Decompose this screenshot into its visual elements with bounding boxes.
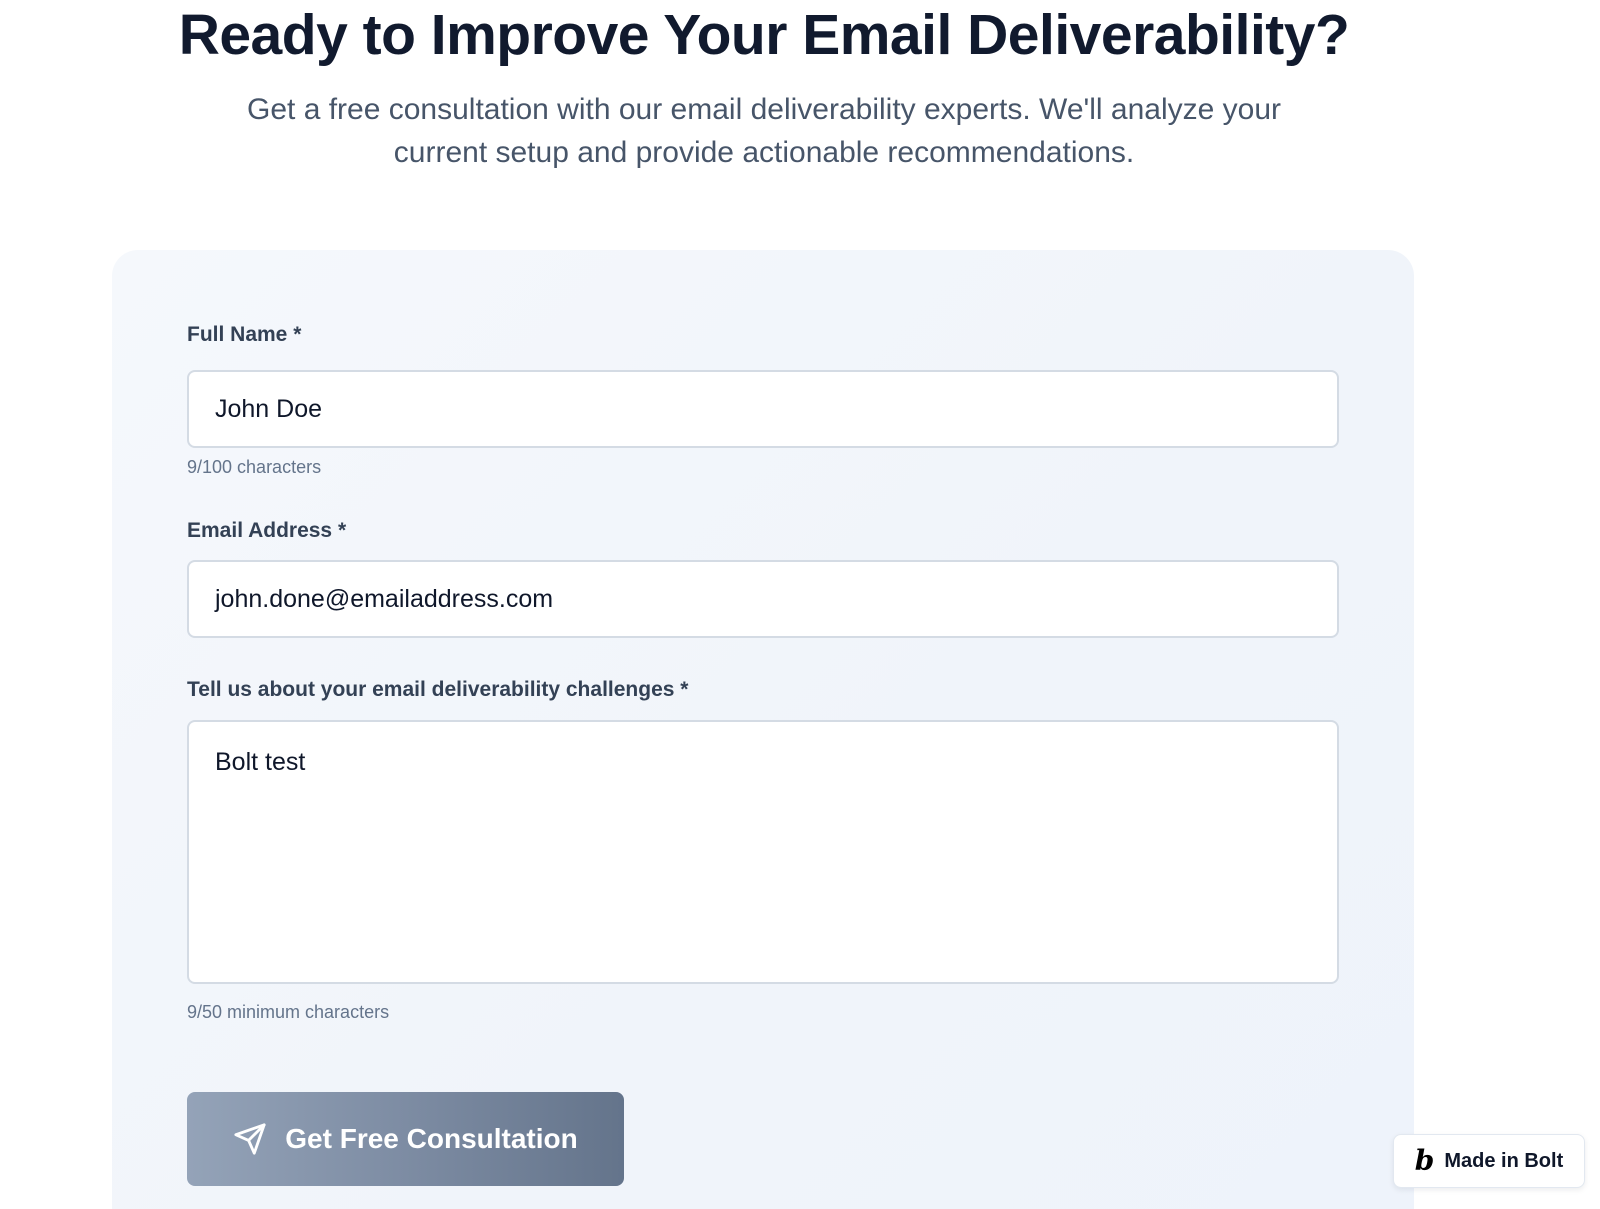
badge-label: Made in Bolt [1444, 1149, 1564, 1172]
challenges-textarea[interactable]: Bolt test [187, 720, 1339, 984]
email-label: Email Address * [187, 519, 347, 542]
full-name-value: John Doe [215, 394, 323, 423]
challenges-char-count: 9/50 minimum characters [187, 1002, 390, 1022]
email-input[interactable]: john.done@emailaddress.com [187, 560, 1339, 638]
get-free-consultation-button[interactable]: Get Free Consultation [187, 1092, 624, 1186]
made-in-bolt-badge[interactable]: b Made in Bolt [1393, 1134, 1585, 1188]
full-name-label: Full Name * [187, 323, 302, 346]
page: Ready to Improve Your Email Deliverabili… [0, 0, 1600, 1209]
page-subtitle: Get a free consultation with our email d… [247, 93, 1281, 169]
submit-label: Get Free Consultation [285, 1123, 578, 1154]
email-value: john.done@emailaddress.com [215, 584, 554, 613]
full-name-char-count: 9/100 characters [187, 457, 322, 477]
challenges-label: Tell us about your email deliverability … [187, 678, 689, 701]
send-icon [233, 1122, 267, 1156]
bolt-logo-icon: b [1414, 1144, 1435, 1177]
challenges-value: Bolt test [215, 748, 306, 776]
full-name-input[interactable]: John Doe [187, 370, 1339, 448]
page-title: Ready to Improve Your Email Deliverabili… [178, 3, 1350, 67]
